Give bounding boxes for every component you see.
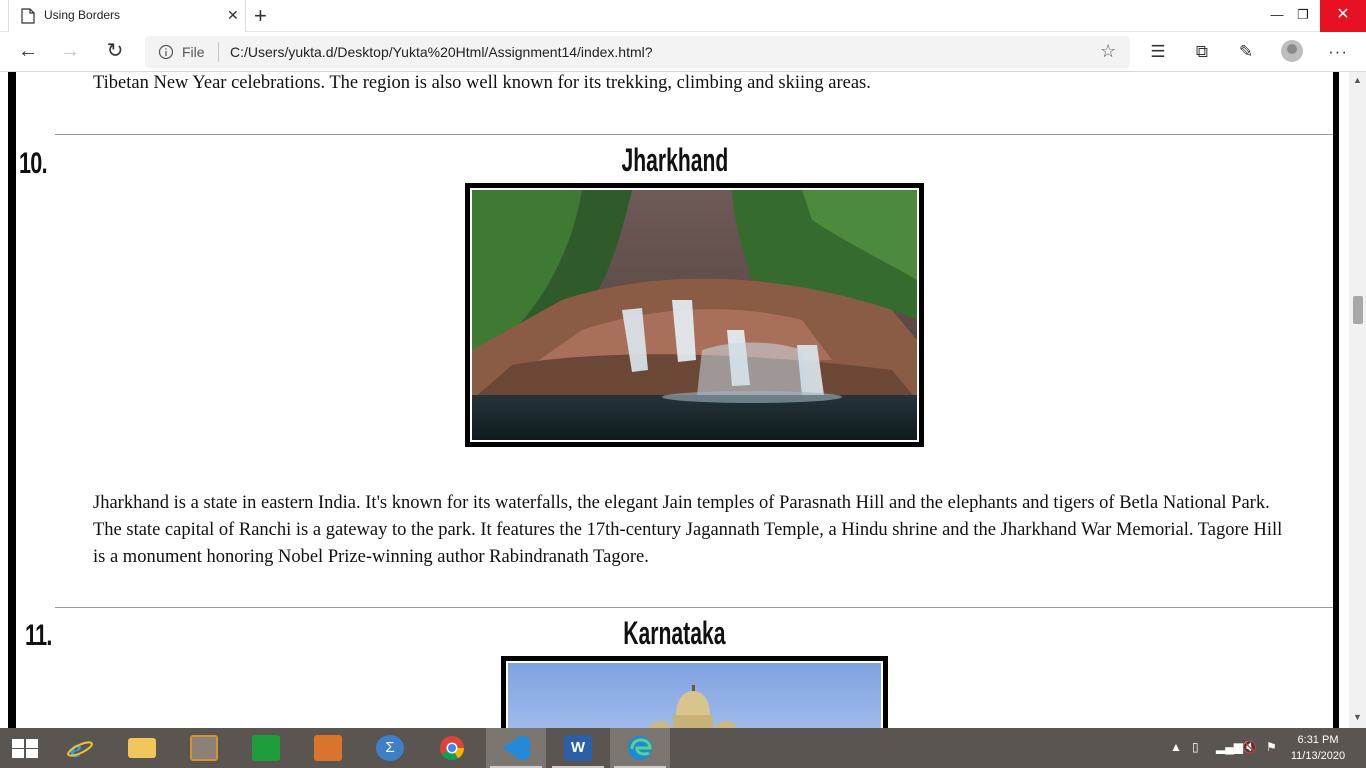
section-image-frame [501, 656, 888, 728]
math-input-icon[interactable]: Σ [360, 728, 420, 768]
page-scrollbar[interactable]: ▲ ▼ [1349, 72, 1366, 728]
new-tab-button[interactable]: + [254, 3, 267, 29]
chrome-icon[interactable] [422, 728, 482, 768]
close-window-button[interactable]: ✕ [1320, 0, 1366, 32]
address-scheme: File [182, 44, 205, 60]
address-url[interactable]: C:/Users/yukta.d/Desktop/Yukta%20Html/As… [230, 44, 653, 60]
address-bar[interactable]: File C:/Users/yukta.d/Desktop/Yukta%20Ht… [145, 36, 1130, 68]
scroll-up-icon[interactable]: ▲ [1353, 75, 1362, 85]
section-description: Jharkhand is a state in eastern India. I… [93, 493, 1283, 567]
section-image-frame [465, 183, 924, 447]
section-title: Jharkhand [0, 142, 1349, 179]
word-icon[interactable]: W [548, 728, 608, 768]
edge-glyph [628, 736, 652, 760]
previous-section-text: Tibetan New Year celebrations. The regio… [93, 73, 871, 93]
remote-desktop-icon[interactable] [298, 728, 358, 768]
browser-tab[interactable]: Using Borders ✕ [8, 0, 246, 32]
section-title-text: Jharkhand [621, 142, 728, 178]
windows-taskbar: e Σ W ▲ ▯ ▂▄▆ 🔇 ⚑ 6:31 PM 11/13/2020 [0, 728, 1366, 768]
store-glyph [252, 735, 280, 761]
sigma-glyph: Σ [376, 735, 404, 761]
palace-image [506, 661, 883, 728]
edge-icon[interactable] [610, 728, 670, 768]
remote-glyph [314, 735, 342, 761]
back-button[interactable]: ← [16, 40, 40, 64]
section-title: Karnataka [0, 615, 1349, 652]
waterfall-illustration [472, 190, 917, 440]
file-explorer-icon[interactable] [112, 728, 172, 768]
taskbar-clock[interactable]: 6:31 PM 11/13/2020 [1288, 732, 1348, 764]
internet-explorer-icon[interactable]: e [50, 728, 110, 768]
svg-text:e: e [70, 735, 82, 761]
network-icon[interactable]: ▂▄▆ [1216, 740, 1243, 754]
tab-title: Using Borders [44, 8, 121, 22]
tab-close-icon[interactable]: ✕ [227, 7, 239, 24]
browser-toolbar: ← → ↻ File C:/Users/yukta.d/Desktop/Yukt… [0, 32, 1366, 72]
scroll-down-icon[interactable]: ▼ [1353, 712, 1362, 722]
windows-start-icon[interactable] [12, 739, 38, 758]
reload-button[interactable]: ↻ [103, 40, 127, 64]
clock-date: 11/13/2020 [1290, 750, 1346, 762]
vscode-glyph [502, 735, 530, 761]
address-divider [218, 42, 219, 62]
media-app-icon[interactable] [174, 728, 234, 768]
word-glyph: W [564, 735, 592, 761]
section-divider [55, 134, 1333, 135]
section-title-text: Karnataka [623, 615, 726, 651]
chrome-glyph [440, 736, 464, 761]
page-viewport: Tibetan New Year celebrations. The regio… [0, 72, 1349, 728]
favorites-icon[interactable]: ☰ [1147, 41, 1169, 63]
scrollbar-thumb[interactable] [1353, 296, 1363, 324]
section-divider [55, 607, 1333, 608]
media-glyph [190, 735, 218, 761]
clock-time: 6:31 PM [1297, 734, 1339, 746]
tab-strip: Using Borders ✕ + — ❐ ✕ [0, 0, 1366, 32]
battery-icon[interactable]: ▯ [1192, 740, 1199, 754]
volume-muted-icon[interactable]: 🔇 [1242, 740, 1257, 754]
profile-avatar[interactable] [1281, 40, 1303, 62]
feedback-icon[interactable]: ✎ [1235, 41, 1257, 63]
vs-code-icon[interactable] [486, 728, 546, 768]
add-favorite-icon[interactable]: ☆ [1100, 41, 1116, 62]
more-menu-icon[interactable]: ··· [1327, 41, 1349, 63]
folder-glyph [128, 738, 156, 758]
forward-button[interactable]: → [58, 40, 82, 64]
waterfall-image [470, 188, 919, 442]
palace-illustration [508, 663, 881, 728]
collections-icon[interactable]: ⧉ [1191, 41, 1213, 63]
page-icon [21, 8, 35, 24]
info-icon[interactable] [158, 44, 174, 60]
store-icon[interactable] [236, 728, 296, 768]
ie-glyph: e [67, 735, 93, 761]
action-flag-icon[interactable]: ⚑ [1266, 740, 1277, 754]
show-hidden-icons[interactable]: ▲ [1170, 740, 1182, 754]
